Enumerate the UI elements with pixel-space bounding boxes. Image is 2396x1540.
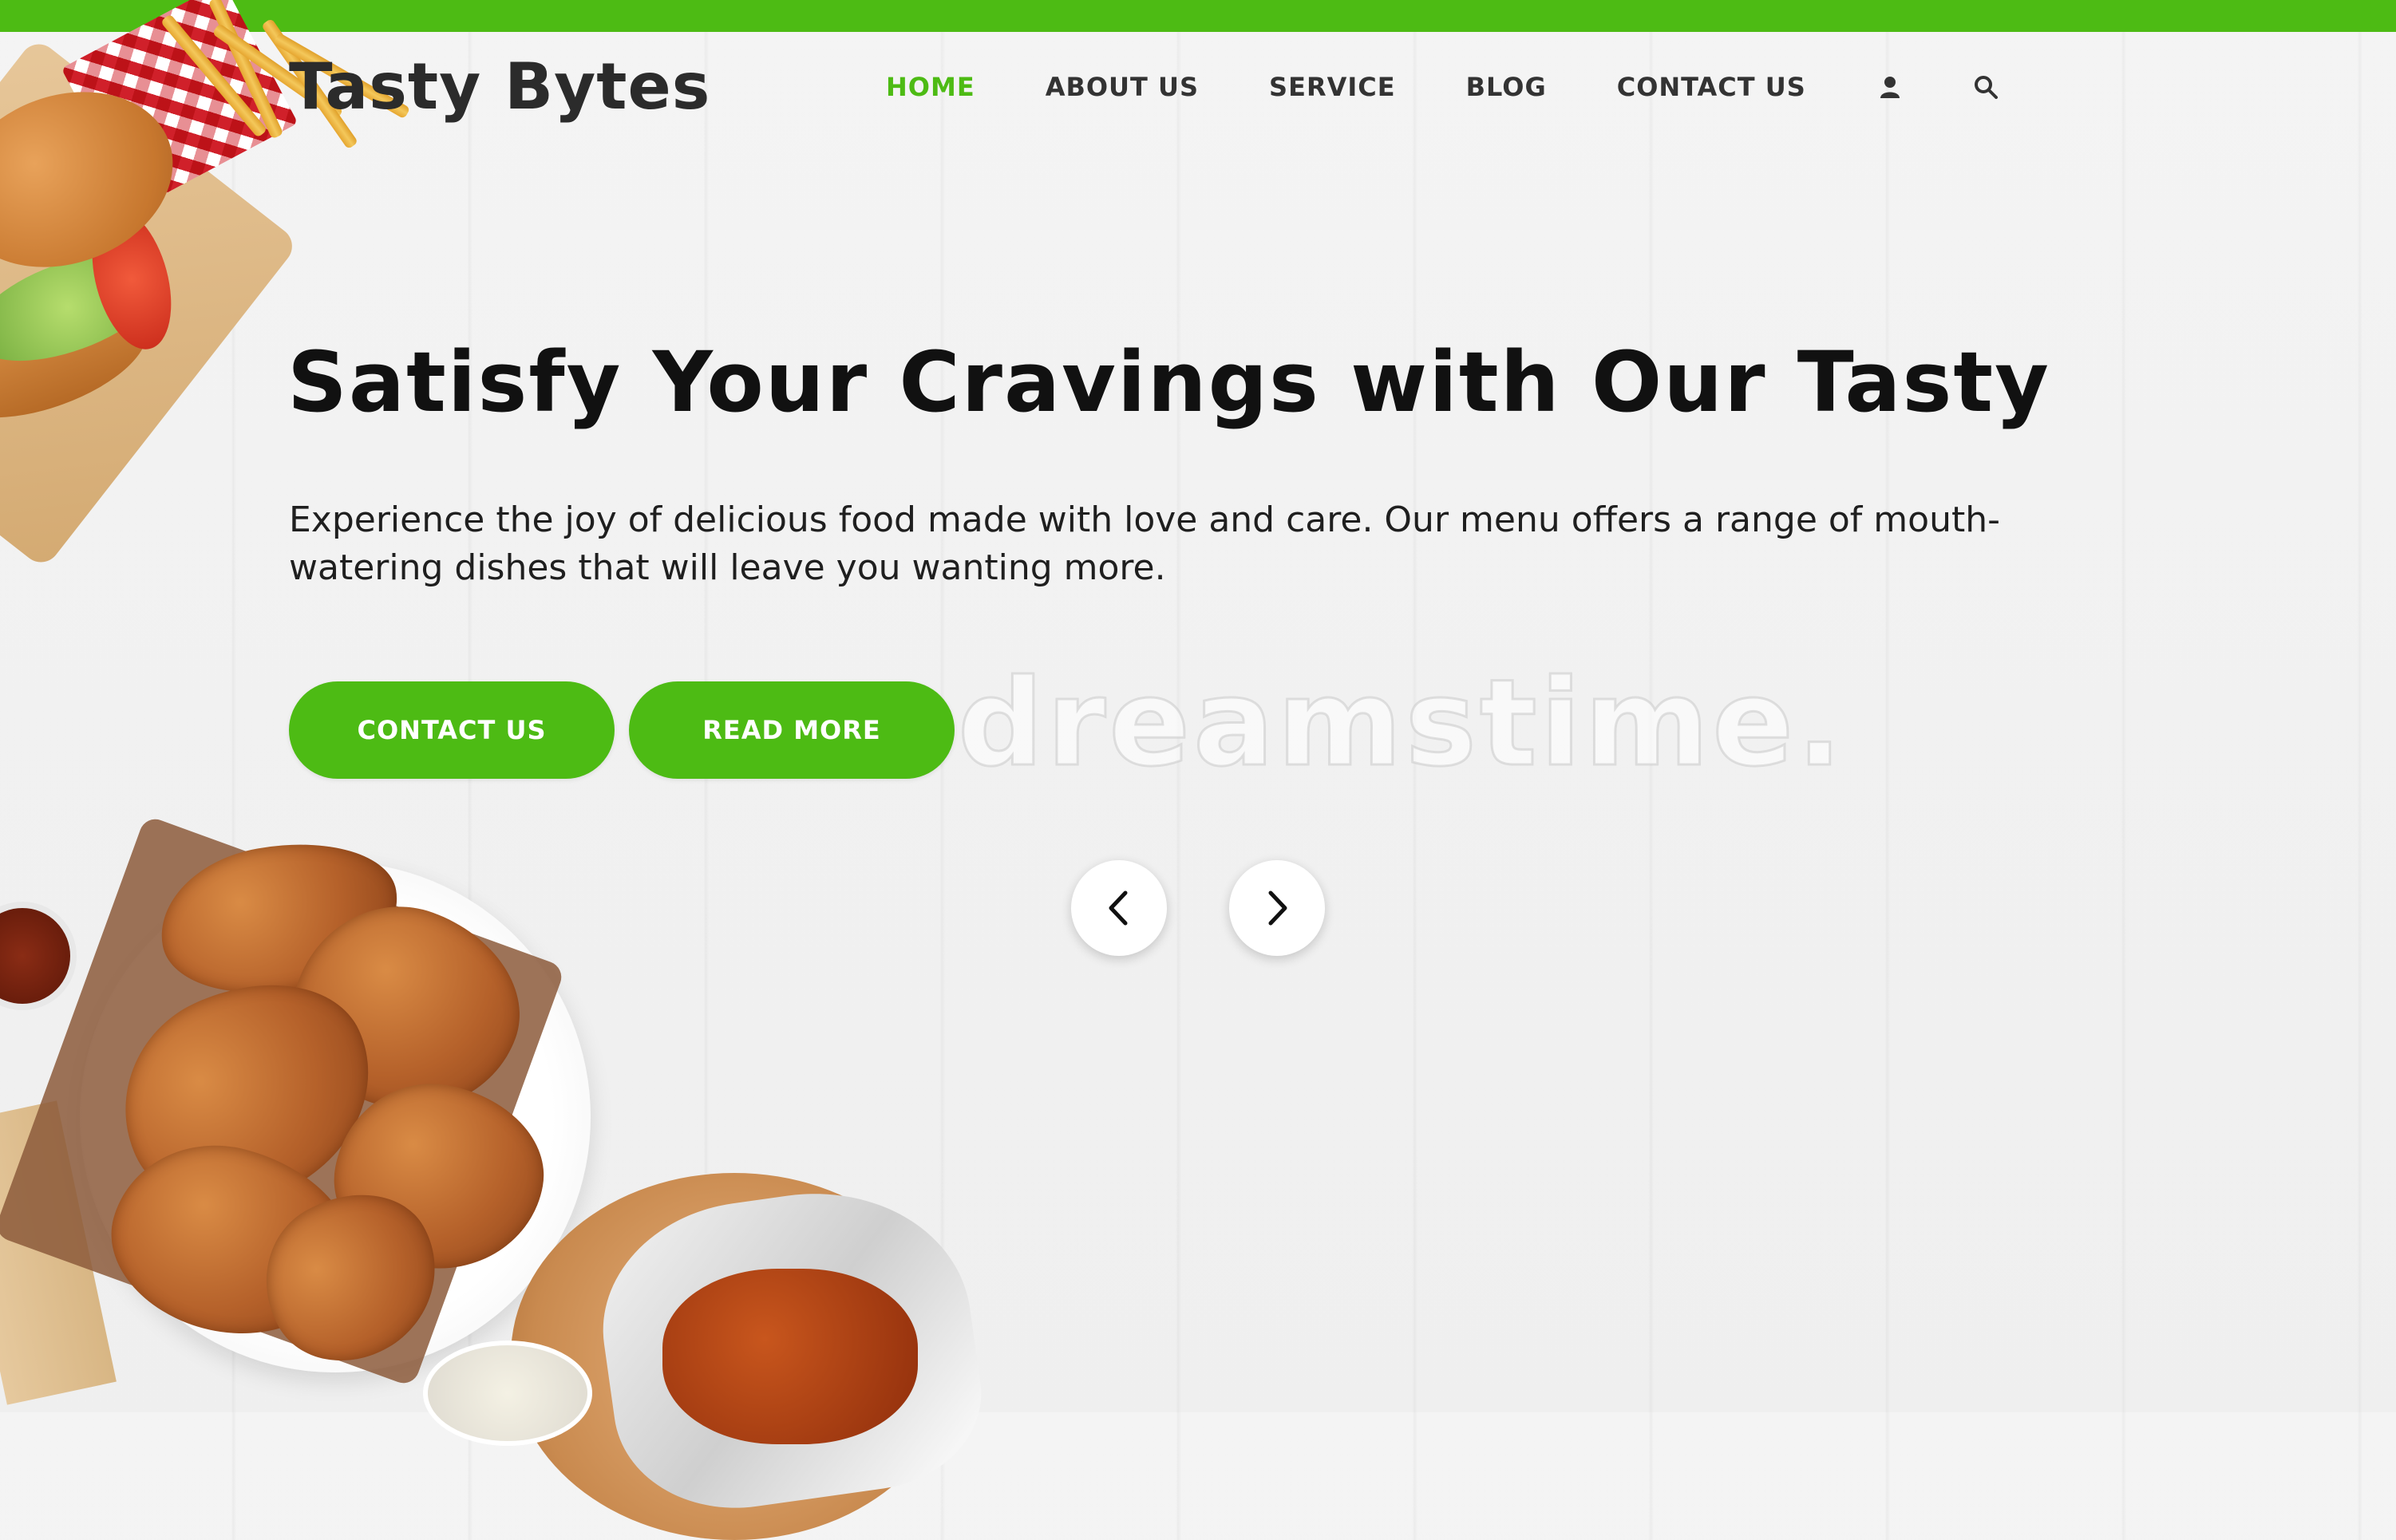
- nav-item-home[interactable]: HOME: [886, 72, 975, 102]
- user-icon[interactable]: [1876, 73, 1904, 101]
- chevron-right-icon: [1268, 890, 1287, 926]
- carousel-next-button[interactable]: [1229, 860, 1325, 956]
- dip-bowl-image: [423, 1341, 592, 1446]
- site-logo[interactable]: Tasty Bytes: [289, 49, 710, 124]
- sauce-bowl-image: [0, 902, 77, 1010]
- chevron-left-icon: [1109, 890, 1128, 926]
- read-more-button[interactable]: READ MORE: [629, 681, 955, 779]
- hero-description: Experience the joy of delicious food mad…: [289, 500, 2000, 588]
- watermark: dreamstime.: [956, 654, 1846, 795]
- chicken-wings-image: [662, 1269, 918, 1444]
- search-icon[interactable]: [1972, 73, 1999, 101]
- nav-item-service[interactable]: SERVICE: [1269, 72, 1396, 102]
- carousel-prev-button[interactable]: [1071, 860, 1167, 956]
- nav-item-blog[interactable]: BLOG: [1466, 72, 1547, 102]
- contact-us-button[interactable]: CONTACT US: [289, 681, 615, 779]
- nav-item-about-us[interactable]: ABOUT US: [1046, 72, 1199, 102]
- main-nav: HOME ABOUT US SERVICE BLOG CONTACT US: [886, 72, 2068, 102]
- hero-title: Satisfy Your Cravings with Our Tasty: [287, 334, 2050, 431]
- nav-item-contact-us[interactable]: CONTACT US: [1617, 72, 1806, 102]
